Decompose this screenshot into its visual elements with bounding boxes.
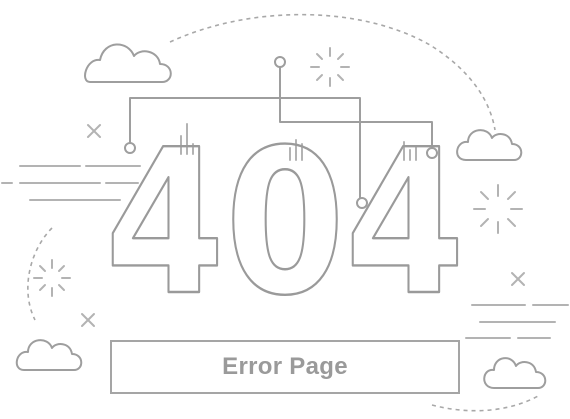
motion-lines-right [465, 304, 569, 339]
error-code-text: 404 [105, 107, 465, 340]
error-label: Error Page [222, 353, 348, 380]
close-mark-icon [511, 272, 525, 286]
dashed-orbit-left [27, 227, 53, 321]
cloud-icon-top-left [84, 43, 172, 83]
error-label-box: Error Page [110, 340, 460, 394]
circuit-node-icon [274, 56, 286, 68]
cloud-icon-bottom-right [483, 357, 547, 389]
close-mark-icon [87, 124, 101, 138]
error-404-illustration: 404 Error Page [0, 0, 570, 419]
sparkle-icon-right [473, 184, 523, 234]
cloud-icon-bottom-left [15, 339, 83, 371]
close-mark-icon [81, 313, 95, 327]
sparkle-icon-left [33, 259, 71, 297]
dashed-orbit-bottom [431, 394, 541, 412]
cloud-icon-right [456, 129, 523, 161]
sparkle-icon-top [310, 47, 350, 87]
